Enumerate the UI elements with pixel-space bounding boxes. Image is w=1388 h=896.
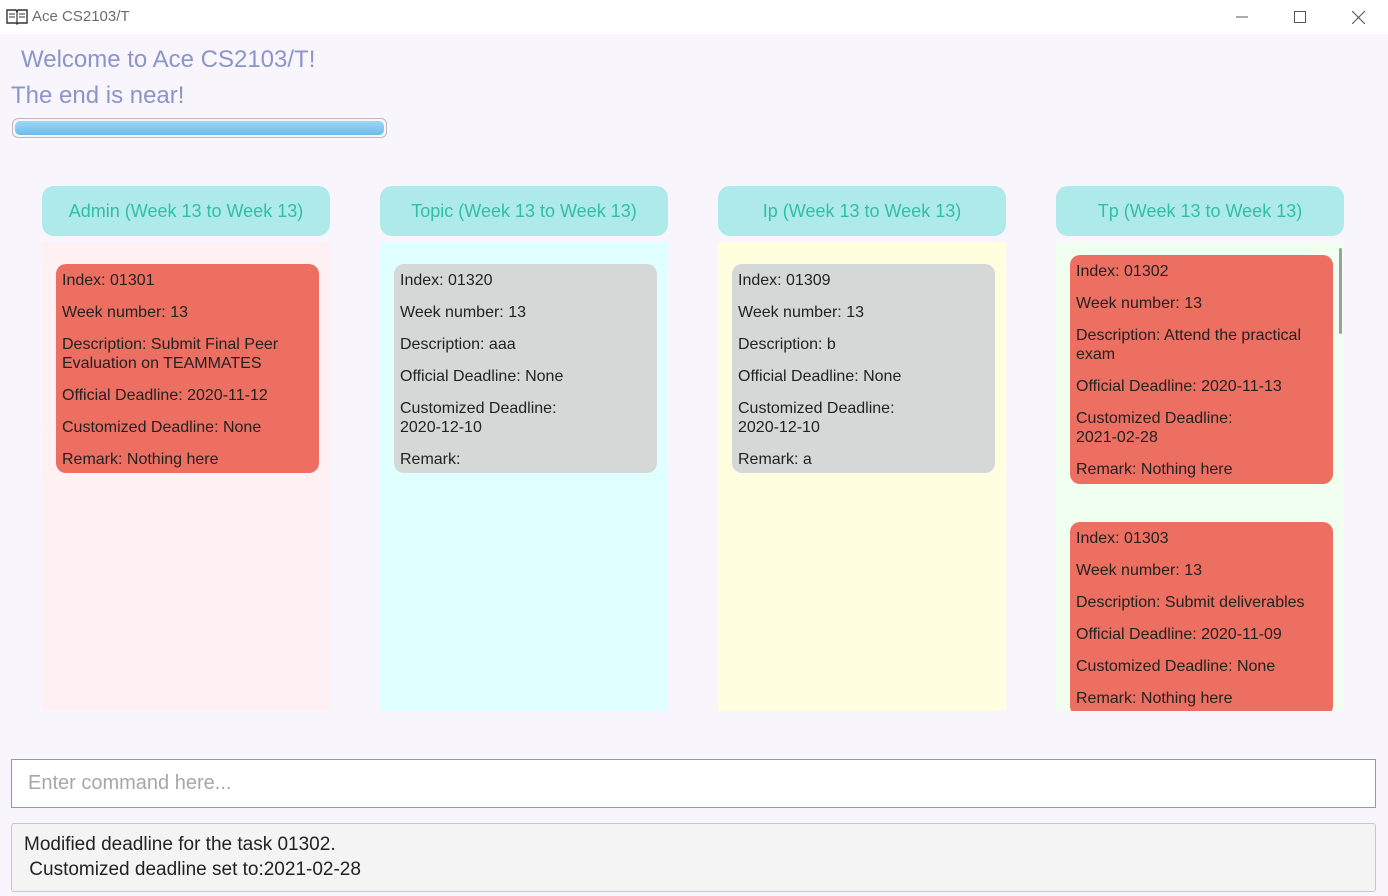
column-header-admin: Admin (Week 13 to Week 13) — [42, 186, 330, 236]
task-remark: Remark: — [400, 451, 461, 468]
task-official-deadline: Official Deadline: None — [400, 368, 564, 385]
column-header-topic: Topic (Week 13 to Week 13) — [380, 186, 668, 236]
task-remark: Remark: a — [738, 451, 812, 468]
task-official-deadline: Official Deadline: None — [738, 368, 902, 385]
task-customized-deadline: Customized Deadline: 2021-02-28 — [1076, 410, 1233, 446]
task-card[interactable]: Index: 01302 Week number: 13 Description… — [1070, 255, 1333, 484]
task-description: Description: aaa — [400, 336, 516, 353]
column-ip[interactable]: Index: 01309 Week number: 13 Description… — [718, 242, 1006, 711]
task-remark: Remark: Nothing here — [62, 451, 219, 468]
task-customized-deadline: Customized Deadline: 2020-12-10 — [738, 400, 895, 436]
column-scrollbar[interactable] — [1339, 248, 1342, 334]
task-week: Week number: 13 — [738, 304, 864, 321]
task-remark: Remark: Nothing here — [1076, 461, 1233, 478]
task-card[interactable]: Index: 01303 Week number: 13 Description… — [1070, 522, 1333, 711]
minimize-icon — [1236, 16, 1248, 18]
task-week: Week number: 13 — [1076, 562, 1202, 579]
task-official-deadline: Official Deadline: 2020-11-12 — [62, 387, 268, 404]
window-title: Ace CS2103/T — [32, 8, 130, 25]
column-topic[interactable]: Index: 01320 Week number: 13 Description… — [380, 242, 668, 711]
task-index: Index: 01301 — [62, 272, 155, 289]
column-header-tp: Tp (Week 13 to Week 13) — [1056, 186, 1344, 236]
progress-fill — [15, 121, 384, 135]
task-description: Description: Submit deliverables — [1076, 594, 1305, 611]
task-customized-deadline: Customized Deadline: None — [62, 419, 262, 436]
task-week: Week number: 13 — [62, 304, 188, 321]
task-official-deadline: Official Deadline: 2020-11-13 — [1076, 378, 1282, 395]
column-tp[interactable]: Index: 01302 Week number: 13 Description… — [1056, 242, 1344, 711]
command-input[interactable] — [11, 759, 1376, 808]
close-button[interactable] — [1329, 0, 1387, 34]
status-message: The end is near! — [11, 82, 185, 109]
task-description: Description: Submit Final Peer Evaluatio… — [62, 336, 279, 372]
task-card[interactable]: Index: 01309 Week number: 13 Description… — [732, 264, 995, 473]
result-display: Modified deadline for the task 01302. Cu… — [11, 823, 1376, 892]
task-index: Index: 01303 — [1076, 530, 1169, 547]
title-bar: Ace CS2103/T — [0, 0, 1388, 34]
maximize-button[interactable] — [1271, 0, 1329, 34]
task-remark: Remark: Nothing here — [1076, 690, 1233, 707]
welcome-heading: Welcome to Ace CS2103/T! — [21, 46, 316, 73]
task-customized-deadline: Customized Deadline: 2020-12-10 — [400, 400, 557, 436]
task-official-deadline: Official Deadline: 2020-11-09 — [1076, 626, 1282, 643]
task-customized-deadline: Customized Deadline: None — [1076, 658, 1276, 675]
column-admin[interactable]: Index: 01301 Week number: 13 Description… — [42, 242, 330, 711]
minimize-button[interactable] — [1213, 0, 1271, 34]
task-index: Index: 01302 — [1076, 263, 1169, 280]
maximize-icon — [1294, 11, 1306, 23]
task-description: Description: Attend the practical exam — [1076, 327, 1302, 363]
task-week: Week number: 13 — [1076, 295, 1202, 312]
task-description: Description: b — [738, 336, 836, 353]
column-header-ip: Ip (Week 13 to Week 13) — [718, 186, 1006, 236]
task-week: Week number: 13 — [400, 304, 526, 321]
task-card[interactable]: Index: 01320 Week number: 13 Description… — [394, 264, 657, 473]
progress-bar — [12, 118, 387, 138]
task-index: Index: 01309 — [738, 272, 831, 289]
task-card[interactable]: Index: 01301 Week number: 13 Description… — [56, 264, 319, 473]
close-icon — [1351, 10, 1365, 24]
task-index: Index: 01320 — [400, 272, 493, 289]
book-icon — [6, 9, 28, 25]
